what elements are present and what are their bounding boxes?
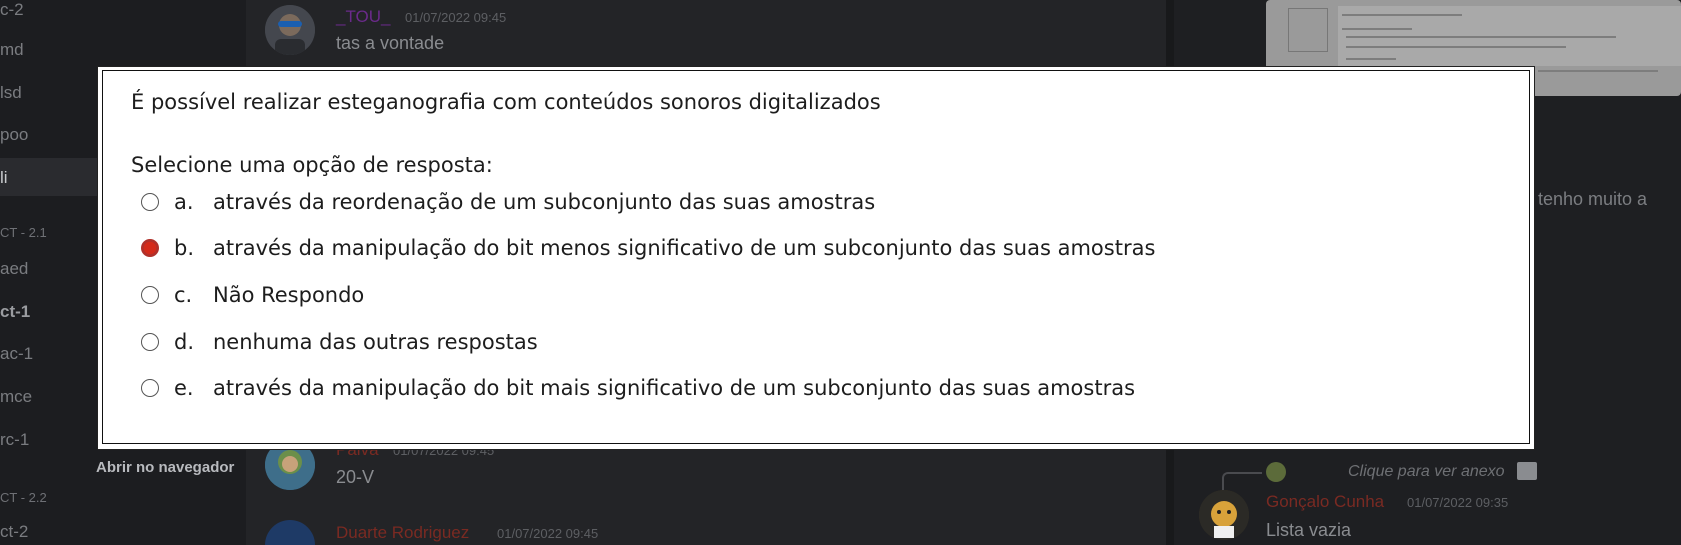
answer-prompt: Selecione uma opção de resposta: [131,153,493,177]
message-timestamp: 01/07/2022 09:45 [497,526,599,541]
channel-item[interactable]: c-2 [0,0,200,20]
thumbnail-line [1346,46,1566,48]
channel-category[interactable]: CT - 2.2 [0,490,47,505]
message-timestamp: 01/07/2022 09:35 [1407,495,1509,510]
radio-button[interactable] [141,333,159,351]
avatar[interactable] [1199,490,1249,540]
channel-item[interactable]: md [0,40,200,60]
option-text: através da manipulação do bit mais signi… [213,376,1136,400]
thumbnail-nav-box [1288,8,1328,52]
thumbnail-line [1346,36,1616,38]
option-letter: d. [174,330,195,354]
message-timestamp: 01/07/2022 09:45 [405,10,507,25]
thumbnail-line [1342,14,1462,16]
thumbnail-line [1346,58,1396,60]
option-text: Não Respondo [213,283,365,307]
option-letter: c. [174,283,193,307]
message-author[interactable]: _TOU_ [336,7,391,27]
radio-button[interactable] [141,193,159,211]
radio-button-selected[interactable] [141,239,159,257]
message-text-partial: tenho muito a [1538,189,1648,209]
radio-button[interactable] [141,379,159,397]
answer-option-b[interactable]: b. através da manipulação do bit menos s… [141,232,1155,264]
option-letter: b. [174,236,195,260]
option-letter: a. [174,190,194,214]
option-text: nenhuma das outras respostas [213,330,538,354]
message-text: 20-V [336,467,375,487]
thumbnail-line [1342,28,1412,30]
answer-option-c[interactable]: c. Não Respondo [141,279,364,311]
answer-option-a[interactable]: a. através da reordenação de um subconju… [141,186,875,218]
channel-category[interactable]: CT - 2.1 [0,225,47,240]
answer-option-e[interactable]: e. através da manipulação do bit mais si… [141,372,1135,404]
reply-avatar [1266,462,1286,482]
open-in-browser-link[interactable]: Abrir no navegador [96,459,234,476]
message-text: Lista vazia [1266,520,1352,540]
question-text: É possível realizar esteganografia com c… [131,90,881,114]
channel-item[interactable]: ct-2 [0,522,200,542]
option-text: através da manipulação do bit menos sign… [213,236,1156,260]
avatar[interactable] [265,5,315,55]
message-author[interactable]: Gonçalo Cunha [1266,492,1384,512]
message-author[interactable]: Duarte Rodriguez [336,523,469,543]
answer-option-d[interactable]: d. nenhuma das outras respostas [141,326,538,358]
thumbnail-line [1538,70,1658,72]
option-letter: e. [174,376,194,400]
reply-preview-link[interactable]: Clique para ver anexo [1348,463,1505,481]
option-text: através da reordenação de um subconjunto… [213,190,876,214]
message-text: tas a vontade [336,33,445,53]
radio-button[interactable] [141,286,159,304]
image-icon [1517,462,1537,480]
